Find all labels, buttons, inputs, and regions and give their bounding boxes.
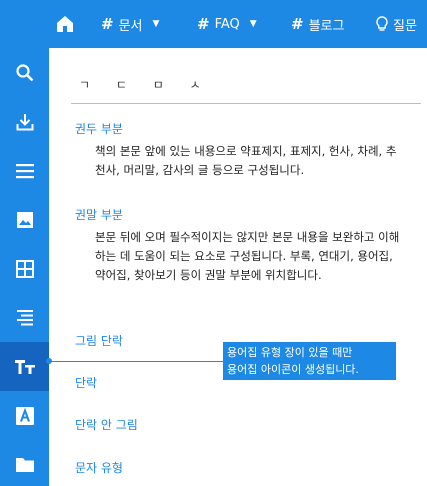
home-icon[interactable] xyxy=(52,11,78,37)
glossary-link[interactable]: 단락 안 그림 xyxy=(75,416,138,433)
nav-question-label: 질문 xyxy=(393,18,417,34)
index-letter[interactable]: ㄷ xyxy=(116,78,127,92)
download-icon[interactable] xyxy=(0,97,49,146)
menu-icon[interactable] xyxy=(0,146,49,195)
top-navigation-bar: # 문서 ▼ # FAQ ▼ # 블로그 질문 xyxy=(0,0,427,48)
sidebar xyxy=(0,48,49,486)
nav-docs-label: 문서 xyxy=(118,18,143,34)
caret-down-icon: ▼ xyxy=(152,19,160,29)
tooltip-line: 용어집 아이콘이 생성됩니다. xyxy=(227,363,359,376)
hash-icon: # xyxy=(101,15,114,33)
glossary-description: 책의 본문 앞에 있는 내용으로 약표제지, 표제지, 헌사, 차례, 추천사,… xyxy=(95,144,397,177)
callout-line xyxy=(49,361,223,362)
divider xyxy=(71,103,421,104)
nav-question[interactable]: 질문 xyxy=(376,0,417,48)
search-icon[interactable] xyxy=(0,48,49,97)
caret-down-icon: ▼ xyxy=(249,19,257,29)
glossary-description: 본문 뒤에 오며 필수적이지는 않지만 본문 내용을 보완하고 이해하는 데 도… xyxy=(95,230,400,282)
folder-icon[interactable] xyxy=(0,440,49,486)
align-right-icon[interactable] xyxy=(0,293,49,342)
nav-blog[interactable]: # 블로그 xyxy=(291,0,344,48)
letter-a-icon[interactable] xyxy=(0,391,49,440)
index-letter[interactable]: ㅅ xyxy=(190,78,201,92)
glossary-link[interactable]: 문자 유형 xyxy=(75,459,123,476)
nav-docs[interactable]: # 문서 ▼ xyxy=(101,0,159,48)
glossary-content: ㄱ ㄷ ㅁ ㅅ 권두 부분 책의 본문 앞에 있는 내용으로 약표제지, 표제지… xyxy=(49,48,427,486)
index-letter[interactable]: ㅁ xyxy=(153,78,164,92)
index-letter[interactable]: ㄱ xyxy=(79,78,90,92)
nav-faq[interactable]: # FAQ ▼ xyxy=(197,0,257,48)
glossary-link[interactable]: 그림 단락 xyxy=(75,332,123,349)
tooltip-line: 용어집 유형 장이 있을 때만 xyxy=(227,346,353,359)
image-icon[interactable] xyxy=(0,195,49,244)
text-type-icon[interactable] xyxy=(0,342,49,391)
index-letters: ㄱ ㄷ ㅁ ㅅ xyxy=(79,76,223,93)
nav-faq-label: FAQ xyxy=(214,16,240,32)
glossary-term[interactable]: 권말 부분 xyxy=(75,206,123,223)
hash-icon: # xyxy=(197,15,210,33)
glossary-link[interactable]: 단락 xyxy=(75,374,97,391)
nav-blog-label: 블로그 xyxy=(308,18,345,34)
hash-icon: # xyxy=(291,15,304,33)
grid-icon[interactable] xyxy=(0,244,49,293)
tooltip: 용어집 유형 장이 있을 때만 용어집 아이콘이 생성됩니다. xyxy=(223,342,396,380)
glossary-term[interactable]: 권두 부분 xyxy=(75,120,123,137)
lightbulb-icon xyxy=(376,16,388,32)
